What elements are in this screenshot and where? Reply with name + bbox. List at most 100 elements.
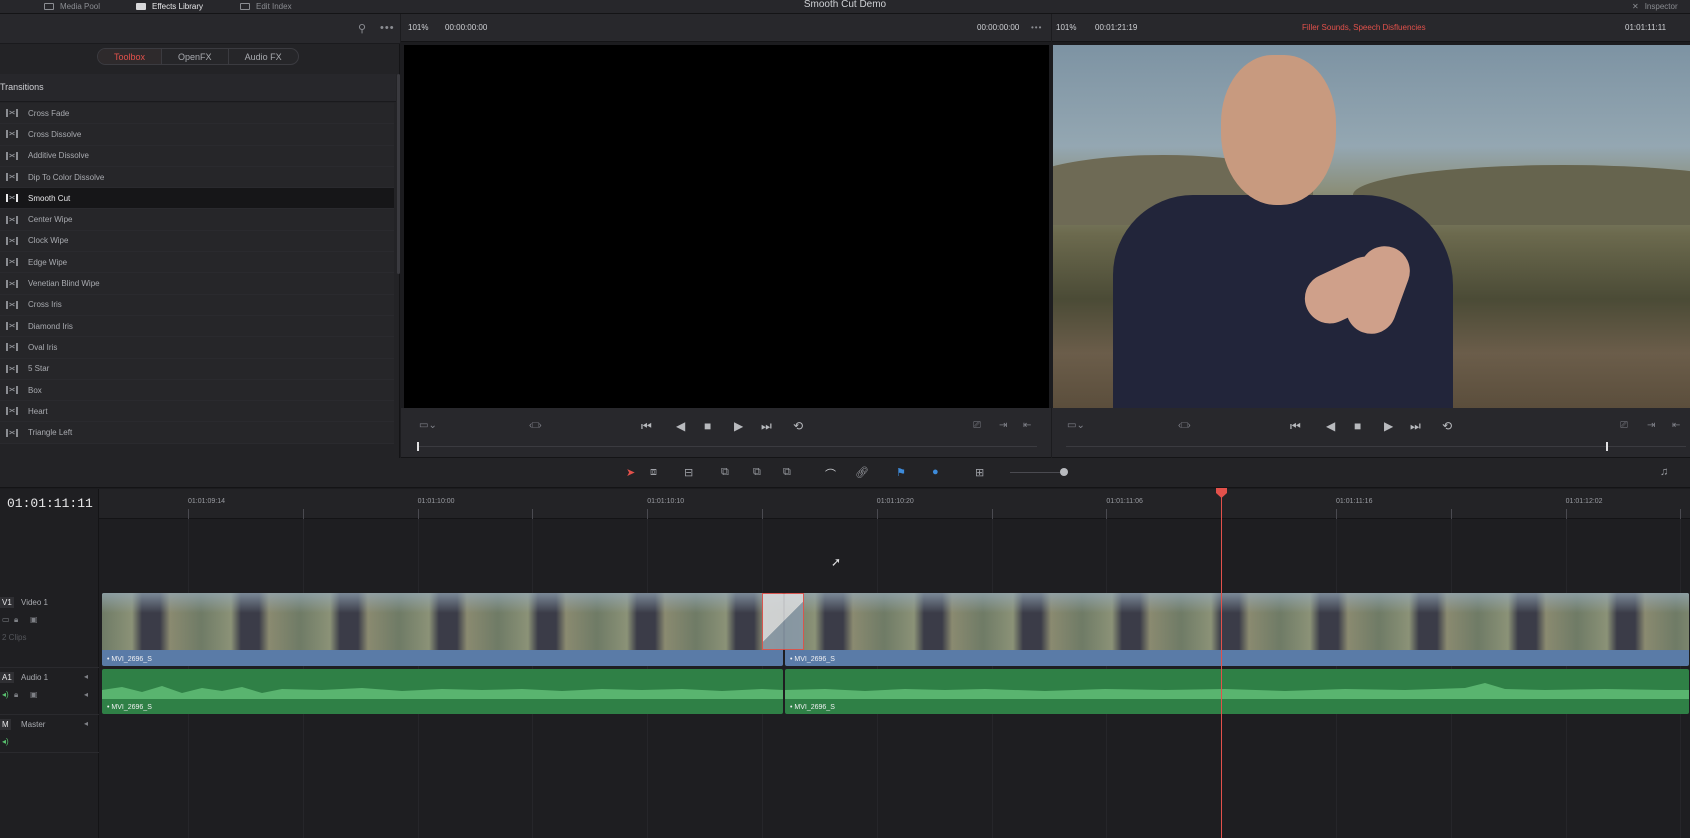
source-jog-icon[interactable]: ‹□› bbox=[529, 420, 542, 432]
audio-track-options-icon[interactable]: ◂ bbox=[84, 672, 88, 681]
timeline-stop-icon[interactable]: ■ bbox=[1354, 420, 1361, 432]
go-to-end-icon[interactable]: ⏭ bbox=[761, 420, 772, 432]
video-track-toggle-icon[interactable]: ▭ bbox=[2, 615, 10, 624]
master-track-header[interactable]: M Master ◂ ◂) bbox=[0, 715, 99, 753]
timeline-zoom-knob[interactable] bbox=[1060, 468, 1068, 476]
timeline-play-icon[interactable]: ▶ bbox=[1384, 420, 1393, 432]
master-mute-icon[interactable]: ◂) bbox=[2, 737, 9, 746]
transition-item[interactable]: Venetian Blind Wipe bbox=[0, 273, 394, 295]
replace-clip-icon[interactable]: ⧉ bbox=[783, 466, 791, 479]
ruler-label: 01:01:11:06 bbox=[1106, 498, 1143, 505]
selection-tool-icon[interactable]: ➤ bbox=[626, 466, 635, 479]
timeline-jog-icon[interactable]: ‹□› bbox=[1178, 420, 1191, 432]
blade-tool-icon[interactable]: ⊟ bbox=[684, 466, 693, 479]
timeline-viewer-scrubber[interactable] bbox=[1066, 446, 1686, 447]
transition-item[interactable]: Box bbox=[0, 379, 394, 402]
timeline-viewer-screen[interactable] bbox=[1053, 45, 1690, 408]
inspector-tab[interactable]: ✕ Inspector bbox=[1632, 0, 1678, 12]
stop-icon[interactable]: ■ bbox=[704, 420, 711, 432]
link-icon[interactable]: 🔗︎ bbox=[855, 466, 869, 479]
timeline-zoom-slider[interactable] bbox=[1010, 472, 1065, 473]
transition-item[interactable]: Triangle Left bbox=[0, 422, 394, 444]
transition-item[interactable]: Heart bbox=[0, 401, 394, 423]
audio-mute-icon[interactable]: ◂) bbox=[2, 690, 9, 699]
overwrite-clip-icon[interactable]: ⧉ bbox=[753, 466, 761, 479]
timeline-go-to-end-icon[interactable]: ⏭ bbox=[1410, 420, 1421, 432]
timeline-mark-out-icon[interactable]: ⇥ bbox=[1647, 420, 1655, 432]
transition-item[interactable]: Smooth Cut bbox=[0, 188, 394, 210]
transition-icon bbox=[6, 407, 18, 416]
play-icon[interactable]: ▶ bbox=[734, 420, 743, 432]
timeline-play-reverse-icon[interactable]: ◀ bbox=[1326, 420, 1335, 432]
timeline-mark-in-icon[interactable]: ⇤ bbox=[1672, 420, 1680, 432]
transition-item[interactable]: Oval Iris bbox=[0, 337, 394, 359]
mark-in-icon[interactable]: ⇤ bbox=[1023, 420, 1031, 432]
audio-solo-icon[interactable]: ◂ bbox=[84, 690, 88, 699]
audiofx-tab[interactable]: Audio FX bbox=[229, 49, 298, 64]
timeline-viewer-scrub-head[interactable] bbox=[1606, 442, 1608, 451]
timeline-match-frame-icon[interactable]: ⎚ bbox=[1620, 420, 1628, 432]
source-viewer-screen[interactable] bbox=[404, 45, 1049, 408]
match-frame-icon[interactable]: ⎚ bbox=[973, 420, 981, 432]
flag-icon[interactable]: ⚑ bbox=[896, 466, 906, 479]
go-to-start-icon[interactable]: ⏮ bbox=[641, 420, 652, 432]
audio-lock-icon[interactable]: 🔒︎ bbox=[14, 690, 18, 700]
transition-item[interactable]: Center Wipe bbox=[0, 209, 394, 231]
trim-tool-icon[interactable]: ⧈ bbox=[650, 466, 657, 479]
timeline-transport-bar: ▭⌄ ‹□› ⏮ ◀ ■ ▶ ⏭ ⟲ ⎚ ⇥ ⇤ bbox=[1052, 408, 1690, 458]
source-zoom[interactable]: 101% bbox=[408, 23, 428, 32]
loop-icon[interactable]: ⟲ bbox=[793, 420, 803, 432]
transition-item[interactable]: Edge Wipe bbox=[0, 252, 394, 274]
effects-list-scrollbar[interactable] bbox=[397, 74, 400, 274]
transition-item[interactable]: Cross Fade bbox=[0, 103, 394, 125]
track-lock-icon[interactable]: 🔒︎ bbox=[14, 615, 18, 625]
source-view-options-icon[interactable]: ▭⌄ bbox=[419, 420, 437, 432]
marker-icon[interactable]: ● bbox=[932, 466, 939, 478]
transition-icon bbox=[6, 151, 18, 160]
transitions-header[interactable]: Transitions bbox=[0, 74, 396, 102]
master-track-options-icon[interactable]: ◂ bbox=[84, 719, 88, 728]
transition-item[interactable]: Cross Iris bbox=[0, 294, 394, 316]
more-options-icon[interactable]: ••• bbox=[380, 22, 395, 34]
transition-item[interactable]: Clock Wipe bbox=[0, 230, 394, 253]
video-clip[interactable]: • MVI_2696_S bbox=[102, 593, 783, 666]
timeline-zoom[interactable]: 101% bbox=[1056, 23, 1076, 32]
timeline-ruler[interactable]: 01:01:09:14 01:01:10:00 01:01:10:10 01:01:1… bbox=[99, 489, 1690, 519]
timeline-clip-name[interactable]: Filler Sounds, Speech Disfluencies bbox=[1302, 23, 1426, 32]
search-icon[interactable]: ⚲ bbox=[358, 22, 366, 35]
insert-clip-icon[interactable]: ⧉ bbox=[721, 466, 729, 479]
audio-track-header[interactable]: A1 Audio 1 ◂ ◂) 🔒︎ ▣ ◂ bbox=[0, 668, 99, 715]
snapping-icon[interactable]: ⌒ bbox=[825, 466, 836, 482]
openfx-tab[interactable]: OpenFX bbox=[162, 49, 229, 64]
mark-out-icon[interactable]: ⇥ bbox=[999, 420, 1007, 432]
audio-clip[interactable]: • MVI_2696_S bbox=[785, 669, 1689, 714]
track-monitor-icon[interactable]: ▣ bbox=[30, 615, 38, 624]
audio-clip[interactable]: • MVI_2696_S bbox=[102, 669, 783, 714]
transition-item[interactable]: Dip To Color Dissolve bbox=[0, 166, 394, 189]
transition-item[interactable]: Additive Dissolve bbox=[0, 145, 394, 167]
timeline-timecode[interactable]: 01:01:11:11 bbox=[7, 496, 93, 511]
source-scrub-head[interactable] bbox=[417, 442, 419, 451]
video-clip-label: • MVI_2696_S bbox=[790, 656, 835, 663]
source-options-icon[interactable]: ••• bbox=[1031, 23, 1042, 32]
source-scrubber[interactable] bbox=[417, 446, 1037, 447]
zoom-fit-icon[interactable]: ⊞ bbox=[975, 466, 984, 479]
timeline-loop-icon[interactable]: ⟲ bbox=[1442, 420, 1452, 432]
transition-item[interactable]: Cross Dissolve bbox=[0, 124, 394, 146]
transition-item[interactable]: 5 Star bbox=[0, 358, 394, 380]
video-clip-label: • MVI_2696_S bbox=[107, 656, 152, 663]
effects-library-toolbar: ⚲ ••• bbox=[0, 14, 400, 44]
audio-monitor-icon[interactable]: ▣ bbox=[30, 690, 38, 699]
video-track-header[interactable]: V1 Video 1 ▭ 🔒︎ ▣ 2 Clips bbox=[0, 593, 99, 668]
transition-label: Venetian Blind Wipe bbox=[28, 279, 100, 289]
ruler-tick bbox=[991, 509, 993, 519]
audio-meter-icon[interactable]: ♫ bbox=[1660, 466, 1668, 478]
video-clip[interactable]: • MVI_2696_S bbox=[785, 593, 1689, 666]
toolbox-tab[interactable]: Toolbox bbox=[98, 49, 163, 64]
transition-item[interactable]: Diamond Iris bbox=[0, 315, 394, 338]
smooth-cut-transition[interactable] bbox=[762, 593, 804, 650]
playhead-line[interactable] bbox=[1221, 489, 1222, 838]
play-reverse-icon[interactable]: ◀ bbox=[676, 420, 685, 432]
timeline-view-options-icon[interactable]: ▭⌄ bbox=[1067, 420, 1085, 432]
timeline-go-to-start-icon[interactable]: ⏮ bbox=[1290, 420, 1301, 432]
